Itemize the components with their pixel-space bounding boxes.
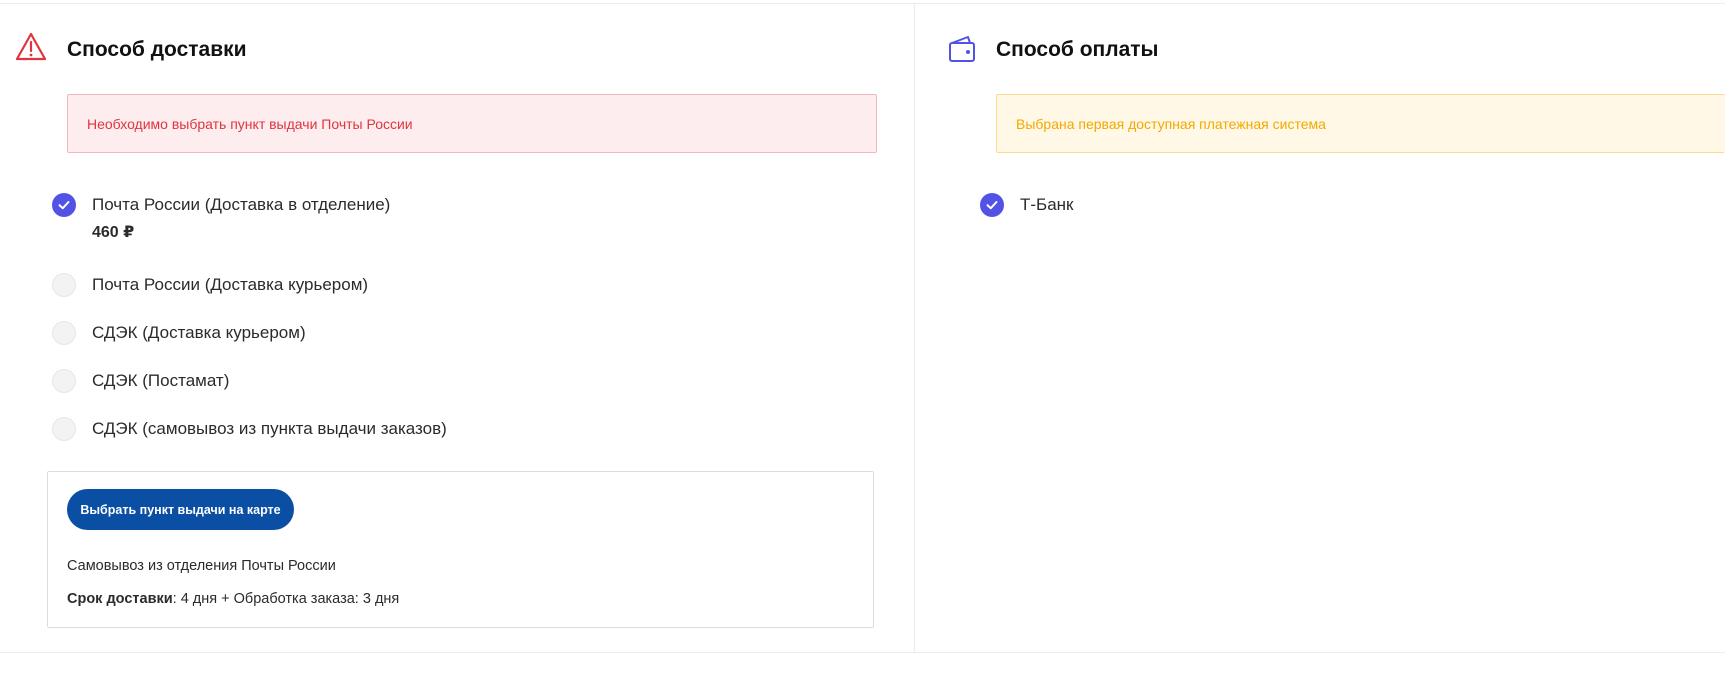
top-border	[0, 3, 1725, 4]
wallet-icon	[945, 32, 979, 66]
delivery-error-alert: Необходимо выбрать пункт выдачи Почты Ро…	[67, 94, 877, 153]
option-price: 460 ₽	[92, 224, 135, 241]
payment-option-tbank[interactable]: Т-Банк	[980, 193, 1073, 217]
radio-selected[interactable]	[52, 193, 76, 217]
payment-warning-alert: Выбрана первая доступная платежная систе…	[996, 94, 1725, 153]
delivery-error-text: Необходимо выбрать пункт выдачи Почты Ро…	[87, 115, 413, 132]
check-icon	[986, 201, 998, 210]
pickup-description: Самовывоз из отделения Почты России	[67, 558, 336, 574]
choose-pickup-point-button[interactable]: Выбрать пункт выдачи на карте	[67, 489, 294, 530]
radio-unselected[interactable]	[52, 321, 76, 345]
delivery-option-cdek-courier[interactable]: СДЭК (Доставка курьером)	[52, 321, 306, 345]
radio-selected[interactable]	[980, 193, 1004, 217]
delivery-option-cdek-postamat[interactable]: СДЭК (Постамат)	[52, 369, 229, 393]
delivery-term: Срок доставки: 4 дня + Обработка заказа:…	[67, 591, 399, 607]
bottom-border	[0, 652, 1725, 653]
payment-title: Способ оплаты	[996, 38, 1159, 61]
delivery-option-post-office[interactable]: Почта России (Доставка в отделение) 460 …	[52, 193, 390, 243]
pickup-info-box: Выбрать пункт выдачи на карте Самовывоз …	[47, 471, 874, 628]
option-label: СДЭК (Постамат)	[92, 371, 230, 390]
radio-unselected[interactable]	[52, 273, 76, 297]
delivery-option-post-courier[interactable]: Почта России (Доставка курьером)	[52, 273, 368, 297]
check-icon	[58, 201, 70, 210]
column-divider	[914, 3, 915, 653]
delivery-term-value: : 4 дня + Обработка заказа: 3 дня	[172, 591, 400, 607]
payment-warning-text: Выбрана первая доступная платежная систе…	[1016, 115, 1326, 132]
delivery-option-cdek-pickup[interactable]: СДЭК (самовывоз из пункта выдачи заказов…	[52, 417, 447, 441]
delivery-title: Способ доставки	[67, 38, 247, 61]
option-label: Т-Банк	[1020, 195, 1074, 214]
option-label: Почта России (Доставка курьером)	[92, 275, 369, 294]
delivery-term-label: Срок доставки	[67, 591, 173, 607]
option-label: СДЭК (Доставка курьером)	[92, 323, 306, 342]
radio-unselected[interactable]	[52, 417, 76, 441]
option-label: СДЭК (самовывоз из пункта выдачи заказов…	[92, 419, 447, 438]
option-label: Почта России (Доставка в отделение)	[92, 195, 391, 214]
warning-triangle-icon	[14, 30, 48, 64]
radio-unselected[interactable]	[52, 369, 76, 393]
